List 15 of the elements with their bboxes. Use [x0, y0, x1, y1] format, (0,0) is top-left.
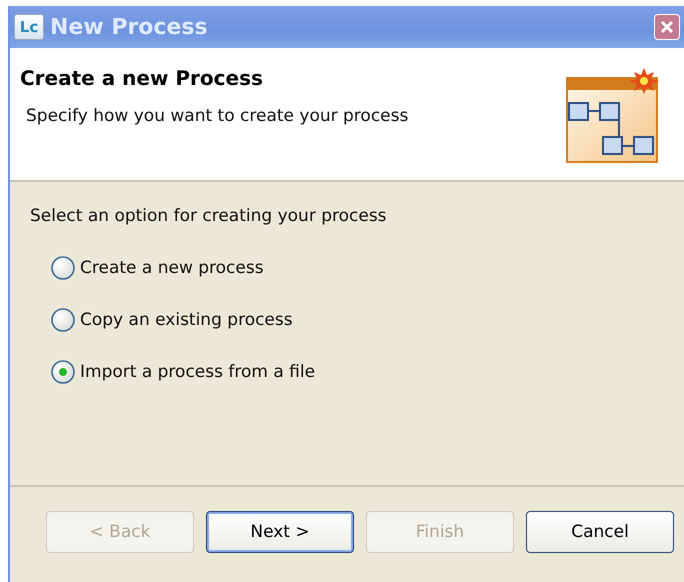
options-label: Select an option for creating your process — [30, 206, 388, 226]
radio-button[interactable] — [50, 307, 76, 333]
radio-option[interactable]: Create a new process — [50, 242, 264, 294]
dialog-button[interactable]: Next > — [206, 511, 354, 553]
page-description: Specify how you want to create your process — [25, 106, 410, 126]
radio-option[interactable]: Import a process from a file — [50, 346, 316, 398]
page-title: Create a new Process — [20, 66, 264, 90]
dialog-button[interactable]: Cancel — [526, 511, 674, 553]
radio-button[interactable] — [50, 255, 76, 281]
app-logo-icon: Lc — [14, 14, 44, 40]
radio-button[interactable] — [50, 359, 76, 385]
window-title: New Process — [50, 14, 209, 40]
close-button[interactable] — [654, 14, 680, 40]
close-icon — [660, 20, 674, 34]
radio-option[interactable]: Copy an existing process — [50, 294, 293, 346]
